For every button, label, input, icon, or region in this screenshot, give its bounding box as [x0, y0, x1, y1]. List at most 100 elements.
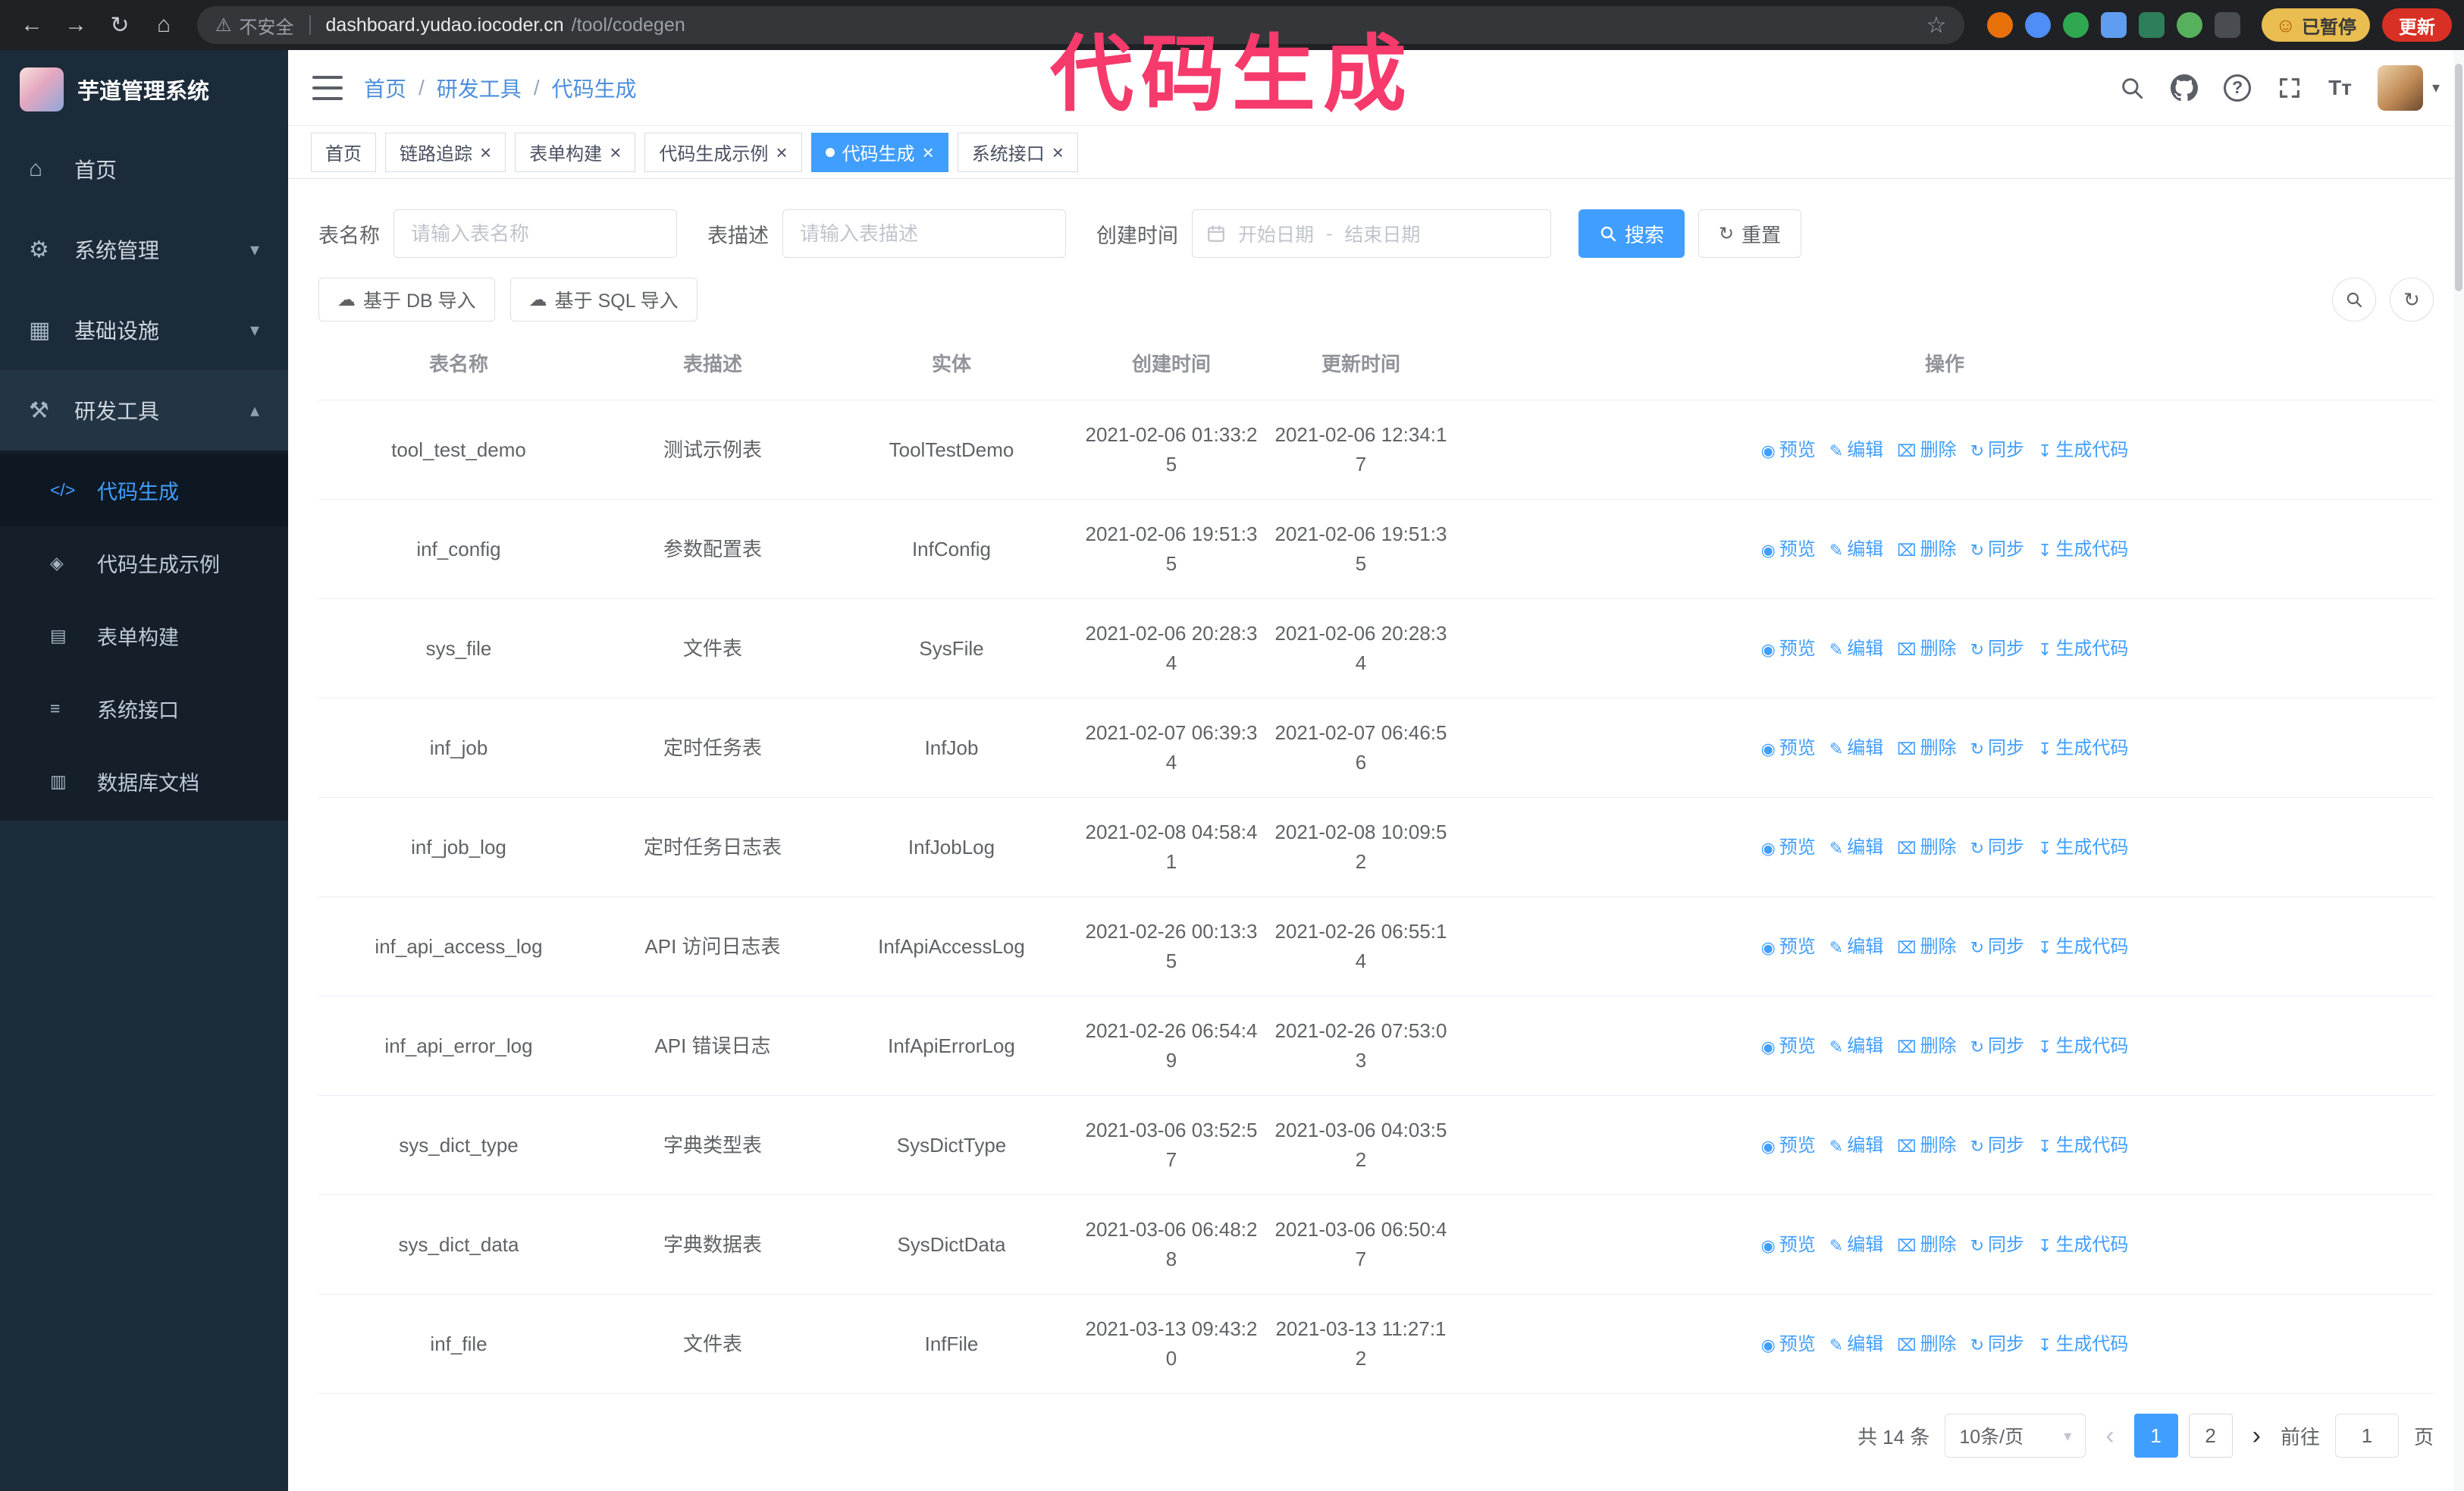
edit-link[interactable]: ✎ 编辑: [1829, 437, 1883, 464]
toggle-search-button[interactable]: [2332, 278, 2376, 322]
sync-link[interactable]: ↻ 同步: [1970, 536, 2024, 563]
fox-extension-icon[interactable]: [1987, 12, 2014, 38]
tab-codegen-example[interactable]: 代码生成示例 ×: [644, 132, 802, 172]
tab-trace[interactable]: 链路追踪 ×: [385, 132, 506, 172]
edit-link[interactable]: ✎ 编辑: [1829, 934, 1883, 961]
edit-link[interactable]: ✎ 编辑: [1829, 834, 1883, 862]
hamburger-icon[interactable]: [312, 75, 343, 100]
generate-code-link[interactable]: ↧ 生成代码: [2038, 1132, 2128, 1160]
delete-link[interactable]: ⌧ 删除: [1897, 636, 1956, 663]
puzzle-extension-icon[interactable]: [2215, 12, 2241, 38]
forward-icon[interactable]: →: [56, 5, 96, 45]
preview-link[interactable]: ◉ 预览: [1761, 834, 1816, 862]
fullscreen-icon[interactable]: [2277, 75, 2303, 101]
sync-link[interactable]: ↻ 同步: [1970, 636, 2024, 663]
logo[interactable]: 芋道管理系统: [0, 50, 288, 129]
edit-link[interactable]: ✎ 编辑: [1829, 1132, 1883, 1160]
preview-link[interactable]: ◉ 预览: [1761, 735, 1816, 762]
delete-link[interactable]: ⌧ 删除: [1897, 1331, 1956, 1358]
generate-code-link[interactable]: ↧ 生成代码: [2038, 735, 2128, 762]
card-extension-icon[interactable]: [2139, 12, 2165, 38]
scrollbar[interactable]: [2453, 50, 2464, 1491]
preview-link[interactable]: ◉ 预览: [1761, 1331, 1816, 1358]
page-button-1[interactable]: 1: [2133, 1414, 2178, 1458]
generate-code-link[interactable]: ↧ 生成代码: [2038, 636, 2128, 663]
tab-codegen[interactable]: 代码生成 ×: [810, 132, 948, 172]
refresh-table-button[interactable]: ↻: [2390, 278, 2434, 322]
reset-button[interactable]: ↻ 重置: [1698, 209, 1802, 258]
prev-page-button[interactable]: ‹: [2101, 1421, 2118, 1451]
sync-link[interactable]: ↻ 同步: [1970, 1132, 2024, 1160]
edit-link[interactable]: ✎ 编辑: [1829, 1232, 1883, 1259]
sidebar-item-form-builder[interactable]: ▤ 表单构建: [0, 599, 288, 672]
sync-link[interactable]: ↻ 同步: [1970, 735, 2024, 762]
delete-link[interactable]: ⌧ 删除: [1897, 934, 1956, 961]
sync-link[interactable]: ↻ 同步: [1970, 1033, 2024, 1060]
delete-link[interactable]: ⌧ 删除: [1897, 1033, 1956, 1060]
update-button[interactable]: 更新: [2382, 8, 2452, 42]
tab-home[interactable]: 首页: [311, 132, 376, 172]
sync-link[interactable]: ↻ 同步: [1970, 437, 2024, 464]
delete-link[interactable]: ⌧ 删除: [1897, 1132, 1956, 1160]
generate-code-link[interactable]: ↧ 生成代码: [2038, 934, 2128, 961]
import-sql-button[interactable]: ☁ 基于 SQL 导入: [509, 278, 698, 322]
reload-icon[interactable]: ↻: [100, 5, 140, 45]
user-menu[interactable]: ▾: [2377, 64, 2440, 111]
delete-link[interactable]: ⌧ 删除: [1897, 1232, 1956, 1259]
delete-link[interactable]: ⌧ 删除: [1897, 437, 1956, 464]
edit-link[interactable]: ✎ 编辑: [1829, 1033, 1883, 1060]
tab-close-icon[interactable]: ×: [1052, 143, 1064, 162]
generate-code-link[interactable]: ↧ 生成代码: [2038, 834, 2128, 862]
edit-link[interactable]: ✎ 编辑: [1829, 735, 1883, 762]
preview-link[interactable]: ◉ 预览: [1761, 934, 1816, 961]
page-size-select[interactable]: 10条/页 ▾: [1945, 1414, 2086, 1458]
goto-page-input[interactable]: [2334, 1414, 2399, 1458]
sidebar-item-codegen[interactable]: </> 代码生成: [0, 454, 288, 526]
tab-close-icon[interactable]: ×: [610, 143, 621, 162]
sidebar-item-home[interactable]: ⌂ 首页: [0, 129, 288, 209]
generate-code-link[interactable]: ↧ 生成代码: [2038, 1232, 2128, 1259]
github-icon[interactable]: [2171, 74, 2199, 102]
sync-link[interactable]: ↻ 同步: [1970, 1331, 2024, 1358]
sync-link[interactable]: ↻ 同步: [1970, 934, 2024, 961]
page-button-2[interactable]: 2: [2188, 1414, 2233, 1458]
edit-link[interactable]: ✎ 编辑: [1829, 536, 1883, 563]
scrollbar-thumb[interactable]: [2455, 64, 2462, 291]
generate-code-link[interactable]: ↧ 生成代码: [2038, 1331, 2128, 1358]
people-extension-icon[interactable]: [2101, 12, 2127, 38]
check-extension-icon[interactable]: [2063, 12, 2089, 38]
import-db-button[interactable]: ☁ 基于 DB 导入: [318, 278, 495, 322]
tab-close-icon[interactable]: ×: [776, 143, 787, 162]
paused-badge[interactable]: ☺ 已暂停: [2262, 8, 2370, 42]
preview-link[interactable]: ◉ 预览: [1761, 1132, 1816, 1160]
generate-code-link[interactable]: ↧ 生成代码: [2038, 1033, 2128, 1060]
sidebar-item-system[interactable]: ⚙ 系统管理 ▾: [0, 209, 288, 290]
font-size-icon[interactable]: Tт: [2328, 76, 2352, 100]
preview-link[interactable]: ◉ 预览: [1761, 1232, 1816, 1259]
tab-close-icon[interactable]: ×: [923, 143, 934, 162]
sidebar-item-db-doc[interactable]: ▥ 数据库文档: [0, 745, 288, 818]
generate-code-link[interactable]: ↧ 生成代码: [2038, 536, 2128, 563]
table-desc-input[interactable]: [782, 209, 1066, 258]
date-range-picker[interactable]: 开始日期 - 结束日期: [1192, 209, 1551, 258]
preview-link[interactable]: ◉ 预览: [1761, 536, 1816, 563]
sync-link[interactable]: ↻ 同步: [1970, 1232, 2024, 1259]
preview-link[interactable]: ◉ 预览: [1761, 437, 1816, 464]
next-page-button[interactable]: ›: [2248, 1421, 2265, 1451]
sidebar-item-devtools[interactable]: ⚒ 研发工具 ▴: [0, 370, 288, 450]
sidebar-item-codegen-example[interactable]: ◈ 代码生成示例: [0, 526, 288, 599]
breadcrumb-item-codegen[interactable]: 代码生成: [552, 73, 637, 103]
table-name-input[interactable]: [393, 209, 677, 258]
tab-api[interactable]: 系统接口 ×: [957, 132, 1078, 172]
help-icon[interactable]: ?: [2224, 74, 2252, 102]
back-icon[interactable]: ←: [12, 5, 52, 45]
security-label[interactable]: 不安全: [240, 12, 294, 39]
drop-extension-icon[interactable]: [2025, 12, 2052, 38]
search-button[interactable]: 搜索: [1578, 209, 1685, 258]
preview-link[interactable]: ◉ 预览: [1761, 636, 1816, 663]
bookmark-star-icon[interactable]: ☆: [1926, 12, 1947, 39]
browser-home-icon[interactable]: ⌂: [144, 5, 183, 45]
tab-form-builder[interactable]: 表单构建 ×: [515, 132, 636, 172]
breadcrumb-item-devtools[interactable]: 研发工具: [437, 73, 522, 103]
edit-link[interactable]: ✎ 编辑: [1829, 1331, 1883, 1358]
